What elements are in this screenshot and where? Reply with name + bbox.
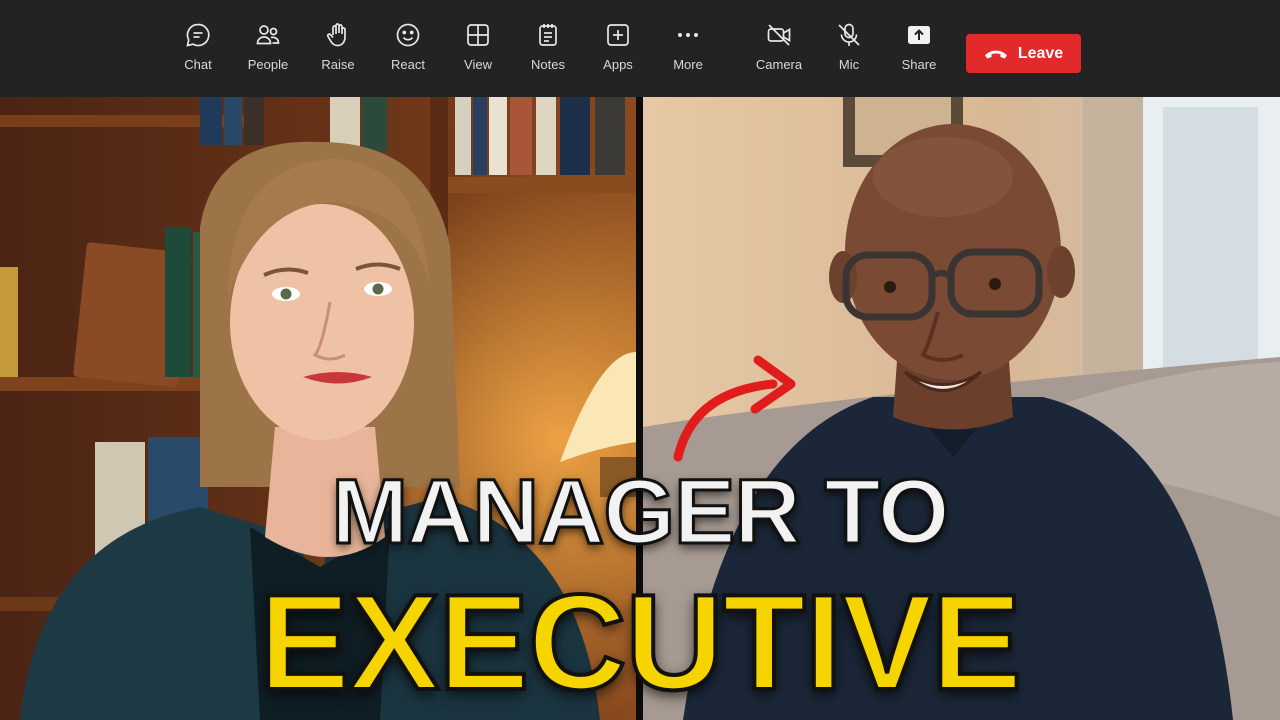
view-button[interactable]: View — [443, 22, 513, 86]
people-button[interactable]: People — [233, 22, 303, 86]
chat-label: Chat — [184, 57, 212, 72]
headline-line-1: MANAGER TO — [330, 461, 951, 564]
people-label: People — [247, 57, 289, 72]
view-label: View — [464, 57, 492, 72]
people-icon — [256, 25, 280, 45]
more-label: More — [673, 57, 703, 72]
raise-hand-icon — [326, 23, 346, 47]
more-dots-icon — [678, 33, 698, 37]
share-button[interactable]: Share — [884, 22, 954, 86]
camera-label: Camera — [755, 57, 803, 72]
share-label: Share — [901, 57, 937, 72]
headline-line-2: EXECUTIVE — [257, 566, 1024, 718]
react-button[interactable]: React — [373, 22, 443, 86]
leave-button[interactable]: Leave — [966, 34, 1081, 73]
raise-hand-button[interactable]: Raise — [303, 22, 373, 86]
chat-icon — [186, 23, 210, 47]
chat-button[interactable]: Chat — [163, 22, 233, 86]
react-label: React — [391, 57, 425, 72]
notes-label: Notes — [531, 57, 565, 72]
notes-button[interactable]: Notes — [513, 22, 583, 86]
camera-off-icon — [767, 24, 791, 46]
raise-label: Raise — [321, 57, 355, 72]
more-button[interactable]: More — [653, 22, 723, 86]
apps-label: Apps — [603, 57, 633, 72]
mic-button[interactable]: Mic — [814, 22, 884, 86]
apps-button[interactable]: Apps — [583, 22, 653, 86]
video-stage: MANAGER TO EXECUTIVE — [0, 97, 1280, 720]
mic-label: Mic — [838, 57, 860, 72]
camera-button[interactable]: Camera — [744, 22, 814, 86]
share-tray-icon — [908, 26, 930, 44]
grid-view-icon — [467, 24, 489, 46]
notes-icon — [539, 24, 557, 46]
smiley-icon — [396, 23, 420, 47]
hang-up-phone-icon — [984, 50, 1007, 58]
apps-plus-icon — [607, 24, 629, 46]
meeting-toolbar: Chat People Raise React View Notes Apps … — [0, 0, 1280, 97]
mic-off-icon — [838, 23, 860, 46]
leave-label: Leave — [1017, 44, 1064, 62]
